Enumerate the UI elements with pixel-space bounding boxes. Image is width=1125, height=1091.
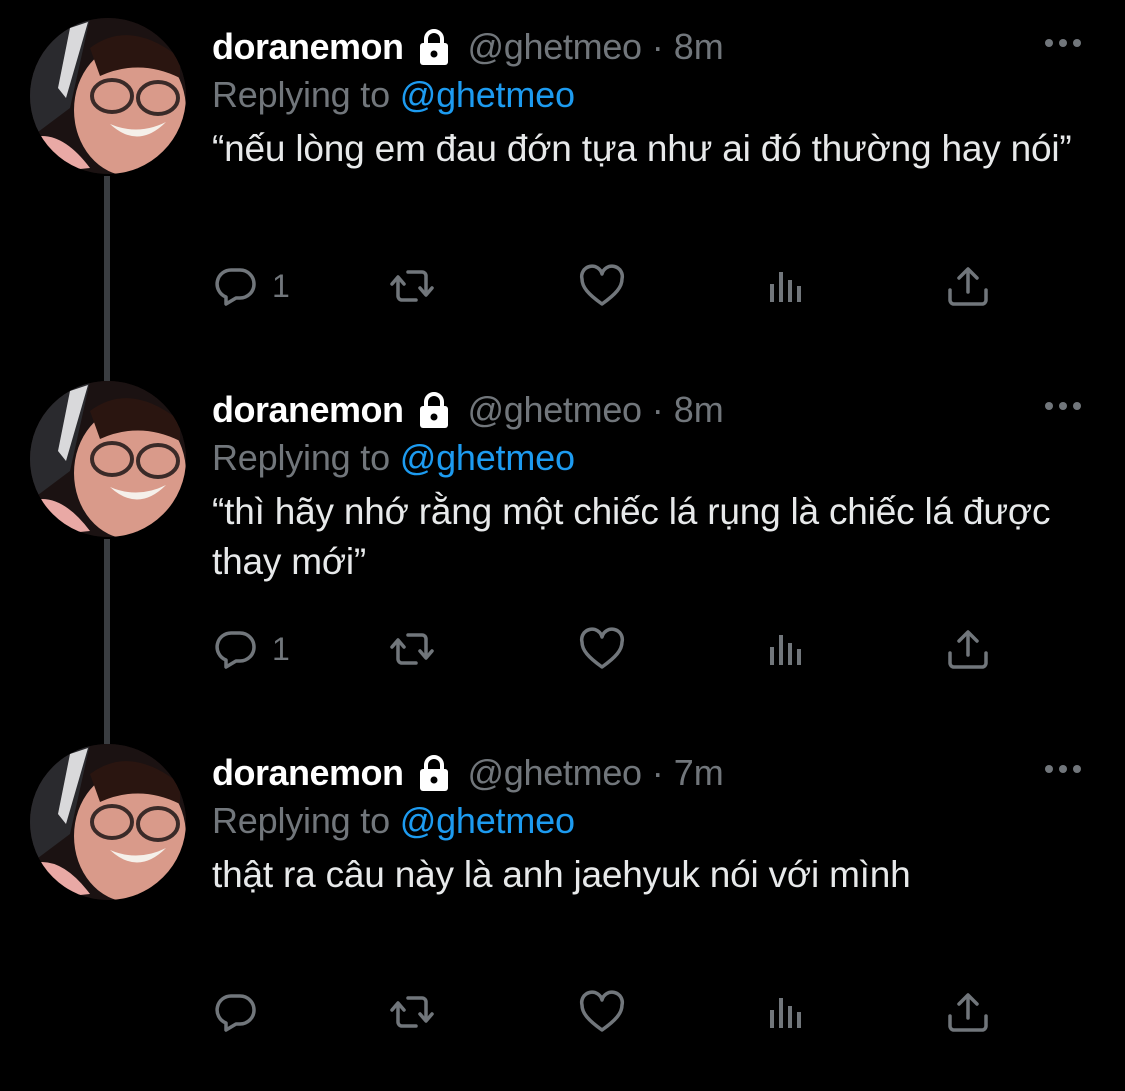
separator: · (651, 389, 664, 430)
analytics-button[interactable] (762, 984, 810, 1040)
thread-connector (104, 539, 110, 744)
handle[interactable]: @ghetmeo (468, 752, 643, 794)
heart-icon (579, 264, 625, 306)
retweet-button[interactable] (388, 258, 436, 314)
tweet-actions (212, 984, 1012, 1040)
lock-icon (414, 27, 454, 67)
tweet-header: doranemon @ghetmeo · 7m (212, 748, 724, 798)
share-icon (948, 993, 988, 1032)
analytics-icon (770, 998, 801, 1028)
tweet[interactable]: doranemon @ghetmeo · 8m Replying to @ghe… (0, 363, 1125, 744)
tweet[interactable]: doranemon @ghetmeo · 8m Replying to @ghe… (0, 0, 1125, 381)
like-button[interactable] (578, 621, 626, 677)
retweet-button[interactable] (388, 621, 436, 677)
timestamp[interactable]: 8m (674, 389, 724, 431)
mention-link[interactable]: @ghetmeo (400, 800, 575, 841)
display-name[interactable]: doranemon (212, 389, 404, 431)
analytics-button[interactable] (762, 621, 810, 677)
heart-icon (579, 627, 625, 669)
reply-count: 1 (272, 630, 290, 667)
handle[interactable]: @ghetmeo (468, 389, 643, 431)
replying-to: Replying to @ghetmeo (212, 437, 575, 479)
avatar[interactable] (30, 744, 186, 900)
share-icon (948, 630, 988, 669)
share-button[interactable] (944, 258, 992, 314)
lock-icon (414, 390, 454, 430)
display-name[interactable]: doranemon (212, 752, 404, 794)
analytics-icon (770, 635, 801, 665)
tweet-text: “nếu lòng em đau đớn tựa như ai đó thườn… (212, 128, 1072, 169)
timestamp[interactable]: 7m (674, 752, 724, 794)
reply-button[interactable]: 1 (212, 258, 290, 314)
replying-prefix: Replying to (212, 800, 390, 841)
avatar[interactable] (30, 381, 186, 537)
share-button[interactable] (944, 621, 992, 677)
thread-connector (104, 176, 110, 381)
retweet-icon (390, 996, 434, 1028)
analytics-button[interactable] (762, 258, 810, 314)
replying-to: Replying to @ghetmeo (212, 800, 575, 842)
tweet[interactable]: doranemon @ghetmeo · 7m Replying to @ghe… (0, 726, 1125, 1091)
reply-button[interactable] (212, 984, 272, 1040)
reply-icon (215, 268, 256, 306)
avatar[interactable] (30, 18, 186, 174)
analytics-icon (770, 272, 801, 302)
separator: · (651, 752, 664, 793)
tweet-header: doranemon @ghetmeo · 8m (212, 22, 724, 72)
reply-count: 1 (272, 267, 290, 304)
like-button[interactable] (578, 258, 626, 314)
retweet-icon (390, 270, 434, 302)
more-horizontal-icon[interactable] (1043, 399, 1083, 413)
reply-icon (215, 994, 256, 1032)
like-button[interactable] (578, 984, 626, 1040)
replying-to: Replying to @ghetmeo (212, 74, 575, 116)
handle[interactable]: @ghetmeo (468, 26, 643, 68)
tweet-actions: 1 (212, 621, 1012, 677)
more-horizontal-icon[interactable] (1043, 762, 1083, 776)
reply-icon (215, 631, 256, 669)
tweet-text: “thì hãy nhớ rằng một chiếc lá rụng là c… (212, 491, 1051, 582)
replying-prefix: Replying to (212, 437, 390, 478)
share-button[interactable] (944, 984, 992, 1040)
tweet-header: doranemon @ghetmeo · 8m (212, 385, 724, 435)
more-horizontal-icon[interactable] (1043, 36, 1083, 50)
lock-icon (414, 753, 454, 793)
replying-prefix: Replying to (212, 74, 390, 115)
reply-button[interactable]: 1 (212, 621, 290, 677)
tweet-text: thật ra câu này là anh jaehyuk nói với m… (212, 854, 911, 895)
separator: · (651, 26, 664, 67)
retweet-button[interactable] (388, 984, 436, 1040)
tweet-actions: 1 (212, 258, 1012, 314)
display-name[interactable]: doranemon (212, 26, 404, 68)
share-icon (948, 267, 988, 306)
timestamp[interactable]: 8m (674, 26, 724, 68)
retweet-icon (390, 633, 434, 665)
heart-icon (579, 990, 625, 1032)
mention-link[interactable]: @ghetmeo (400, 437, 575, 478)
mention-link[interactable]: @ghetmeo (400, 74, 575, 115)
